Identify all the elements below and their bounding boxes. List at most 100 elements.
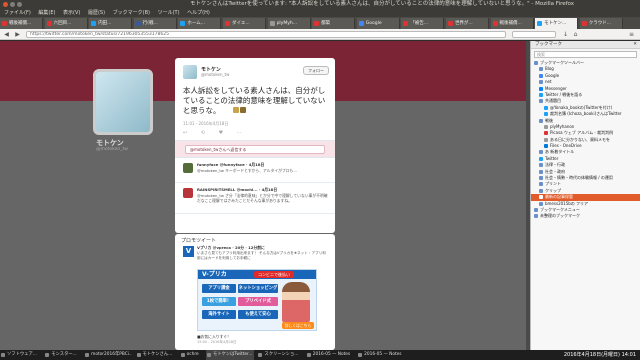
bookmark-label: 裁判名簿 (Ichoza_booki)さんはTwitter [550, 111, 622, 117]
sidebar-search-input[interactable]: 検索 [534, 51, 637, 58]
bookmark-icon [539, 118, 543, 123]
menu-history[interactable]: 履歴(S) [88, 10, 105, 16]
bookmark-label: Google [545, 72, 560, 78]
taskbar-item[interactable]: 2016-05 — Notes [357, 350, 405, 360]
browser-tab[interactable]: 都築 [312, 18, 356, 29]
tab-favicon-icon [224, 21, 230, 26]
avatar[interactable] [240, 107, 246, 113]
minimize-window-icon[interactable] [10, 2, 15, 7]
tweet-timestamp: 11:01 - 2016年4月18日 [183, 121, 229, 126]
bookmark-label: 最新の記事保管 [545, 194, 573, 200]
browser-tab[interactable]: 世界が... [445, 18, 489, 29]
follow-button[interactable]: フォロー [303, 66, 329, 75]
taskbar-item[interactable]: 2016-05 — Notes [306, 350, 354, 360]
taskbar-item[interactable]: モトケンさん... [136, 350, 177, 360]
taskbar-item[interactable]: モンスター... [44, 350, 81, 360]
search-input[interactable] [512, 31, 556, 38]
tab-label: 内田... [98, 21, 112, 26]
browser-tab[interactable]: 六回目... [44, 18, 88, 29]
taskbar-item[interactable]: ochre [180, 350, 203, 360]
liker-avatars[interactable] [233, 107, 247, 115]
back-icon[interactable]: ◀ [3, 31, 10, 38]
ad-cell: ネットショッピング [238, 284, 278, 293]
maximize-window-icon[interactable] [17, 2, 22, 7]
browser-tab[interactable]: 戦後補償... [0, 18, 43, 29]
bookmark-icon [539, 163, 543, 168]
bookmark-icon [539, 99, 543, 104]
reply-icon[interactable]: ↩ [183, 130, 187, 136]
tweet-permalink-modal: モトケン @motoken_tw フォロー 本人訴訟をしている素人さんは、自分が… [175, 58, 335, 233]
browser-tab[interactable]: 戦後補償... [490, 18, 534, 29]
tweet-stats: 1 3 [183, 108, 213, 113]
menu-bar: ファイル(F) 編集(E) 表示(V) 履歴(S) ブックマーク(B) ツール(… [0, 9, 640, 17]
bookmark-icon [544, 112, 548, 117]
page-content: モトケン @motoken_tw モトケン @motoken_tw フォロー 本… [0, 41, 530, 350]
ad-banner[interactable]: V-プリカ コンビニで後払い アプリ課金 ネットショッピング 1枚で簡単！ プリ… [197, 269, 317, 331]
tab-favicon-icon [492, 21, 498, 26]
bookmark-icon [544, 124, 548, 129]
close-sidebar-icon[interactable]: ✕ [633, 41, 637, 49]
bookmark-icon [539, 80, 543, 85]
download-icon[interactable]: ↓ [562, 31, 569, 38]
reply-tweet[interactable]: RAINSPIRITSMELL @mochi... · 4月18日 @motok… [175, 184, 335, 214]
bookmark-icon [539, 176, 543, 181]
bookmark-label: Twitter / 戦後を語る [545, 91, 583, 97]
browser-tab[interactable]: plyMyh... [267, 18, 311, 29]
tab-label: モトケン... [544, 21, 567, 26]
more-icon[interactable]: ⋯ [237, 130, 242, 136]
browser-tab[interactable]: Google [356, 18, 400, 29]
close-window-icon[interactable] [3, 2, 8, 7]
reply-tweet[interactable]: funnyface @funnyface · 4月18日 @motoken_tw… [175, 159, 335, 183]
menu-view[interactable]: 表示(V) [63, 10, 80, 16]
browser-tab-active[interactable]: モトケン... [535, 18, 579, 29]
tab-label: 「被告... [410, 21, 429, 26]
bookmark-icon [534, 207, 538, 212]
like-icon[interactable]: ♥ [219, 130, 223, 136]
menu-file[interactable]: ファイル(F) [4, 10, 31, 16]
avatar[interactable] [233, 107, 239, 113]
bookmark-icon [539, 188, 543, 193]
avatar[interactable] [183, 188, 193, 198]
tweet-actions: ↩ ⟲ ♥ ⋯ [183, 130, 254, 136]
browser-tab[interactable]: 「被告... [401, 18, 445, 29]
avatar[interactable] [183, 163, 193, 173]
bookmark-label: @Yonaka_bookの(Twitterを付け) [550, 104, 613, 110]
menu-tools[interactable]: ツール(T) [158, 10, 180, 16]
tab-strip: 戦後補償... 六回目... 内田... 行(戦... ホーム... ダイエ..… [0, 17, 640, 29]
browser-tab[interactable]: ダイエ... [222, 18, 266, 29]
taskbar-item[interactable]: ソフトウェア... [0, 350, 41, 360]
bookmark-label: プリント [545, 181, 561, 187]
ad-cell: アプリ課金 [202, 284, 236, 293]
menu-bookmarks[interactable]: ブックマーク(B) [113, 10, 150, 16]
url-bar[interactable]: https://twitter.com/motoken_tw/status/72… [26, 31, 506, 38]
browser-tab[interactable]: 行(戦... [133, 18, 177, 29]
like-count[interactable]: 3 [199, 108, 202, 113]
tab-favicon-icon [135, 21, 141, 26]
taskbar-item[interactable]: スクリーンショ... [257, 350, 302, 360]
menu-icon[interactable]: ≡ [628, 31, 635, 38]
ad-cta-button[interactable]: 詳しくはこちら [282, 322, 314, 329]
ad-cell: 1枚で簡単！ [202, 297, 236, 306]
browser-tab[interactable]: 内田... [89, 18, 133, 29]
forward-icon[interactable]: ▶ [14, 31, 21, 38]
menu-edit[interactable]: 編集(E) [38, 10, 55, 16]
promo-avatar[interactable]: V [183, 246, 194, 257]
browser-tab[interactable]: クラウド... [579, 18, 623, 29]
tab-favicon-icon [2, 21, 7, 26]
browser-tab[interactable]: ホーム... [178, 18, 222, 29]
ad-cell: プリペイド式 [238, 297, 278, 306]
tweet-author-avatar[interactable] [183, 65, 197, 79]
bookmark-icon [544, 144, 548, 149]
taskbar-item[interactable]: motor2016年PBCi... [84, 350, 132, 360]
reply-box: @motoken_twさんへ返信する [175, 140, 335, 158]
menu-help[interactable]: ヘルプ(H) [187, 10, 210, 16]
profile-avatar[interactable] [93, 69, 153, 135]
home-icon[interactable]: ⌂ [572, 31, 579, 38]
bookmark-label: クリップ [545, 187, 561, 193]
reply-text: @motoken_tw さ分「法律的意味」とか分で中で理解していない事が不明確だ… [197, 193, 328, 203]
reply-input[interactable]: @motoken_twさんへ返信する [185, 145, 325, 154]
retweet-icon[interactable]: ⟲ [201, 130, 205, 136]
retweet-count[interactable]: 1 [183, 108, 186, 113]
bookmark-item[interactable]: 未整理のブックマーク [531, 213, 640, 219]
taskbar-item-active[interactable]: モトケンはTwitter... [206, 350, 255, 360]
